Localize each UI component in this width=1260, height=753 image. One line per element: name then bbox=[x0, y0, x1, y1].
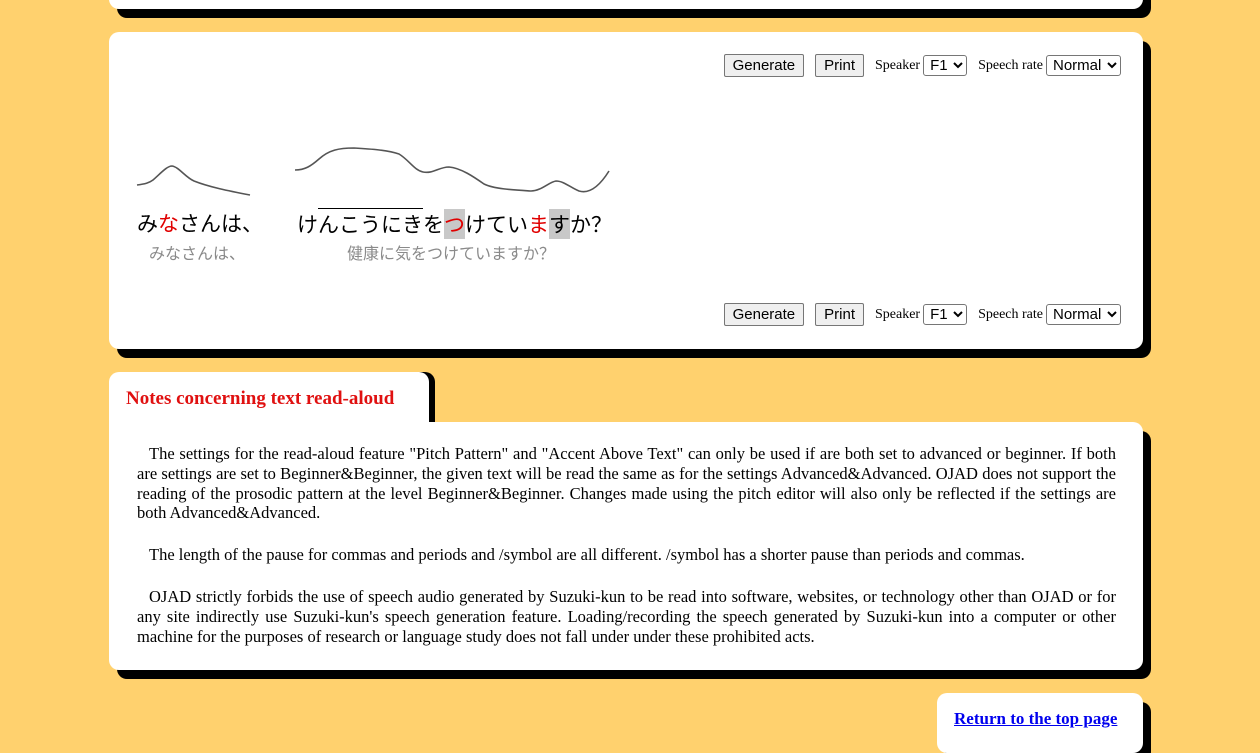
phrase-2-text: けんこうにきをつけていますか？ bbox=[297, 208, 612, 239]
read-aloud-panel: Generate Print Speaker F1 Speech rate No… bbox=[109, 32, 1143, 349]
generate-button[interactable]: Generate bbox=[723, 54, 805, 77]
notes-title: Notes concerning text read-aloud bbox=[126, 388, 395, 409]
notes-panel: The settings for the read-aloud feature … bbox=[109, 422, 1143, 670]
return-top-link[interactable]: Return to the top page bbox=[954, 709, 1117, 729]
top-controls: Generate Print Speaker F1 Speech rate No… bbox=[723, 54, 1121, 77]
speech-rate-select[interactable]: Normal bbox=[1046, 55, 1121, 76]
note-paragraph-1: The settings for the read-aloud feature … bbox=[137, 444, 1116, 523]
speaker-select[interactable]: F1 bbox=[923, 55, 968, 76]
phrase-1-original: みなさんは、 bbox=[149, 244, 246, 263]
print-button-bottom[interactable]: Print bbox=[815, 303, 864, 326]
note-paragraph-2: The length of the pause for commas and p… bbox=[149, 545, 1025, 565]
phrase-1-text: みなさんは、 bbox=[137, 212, 263, 236]
pitch-curve-2 bbox=[294, 147, 610, 193]
note-paragraph-3: OJAD strictly forbids the use of speech … bbox=[137, 586, 1116, 646]
speaker-label-bottom: Speaker bbox=[874, 306, 921, 322]
speech-rate-select-bottom[interactable]: Normal bbox=[1046, 304, 1121, 325]
speaker-select-bottom[interactable]: F1 bbox=[923, 304, 968, 325]
previous-panel bbox=[109, 0, 1143, 9]
phrase-2-original: 健康に気をつけていますか？ bbox=[347, 244, 556, 263]
speech-rate-label-bottom: Speech rate bbox=[978, 306, 1043, 322]
notes-body: The settings for the read-aloud feature … bbox=[137, 444, 1116, 646]
pitch-curve-1 bbox=[136, 165, 251, 196]
print-button[interactable]: Print bbox=[815, 54, 864, 77]
speaker-label: Speaker bbox=[874, 57, 921, 73]
speech-rate-label: Speech rate bbox=[978, 57, 1043, 73]
bottom-controls: Generate Print Speaker F1 Speech rate No… bbox=[723, 303, 1121, 326]
pitch-curve-graph bbox=[136, 147, 610, 196]
generate-button-bottom[interactable]: Generate bbox=[723, 303, 805, 326]
return-panel: Return to the top page bbox=[937, 693, 1143, 753]
